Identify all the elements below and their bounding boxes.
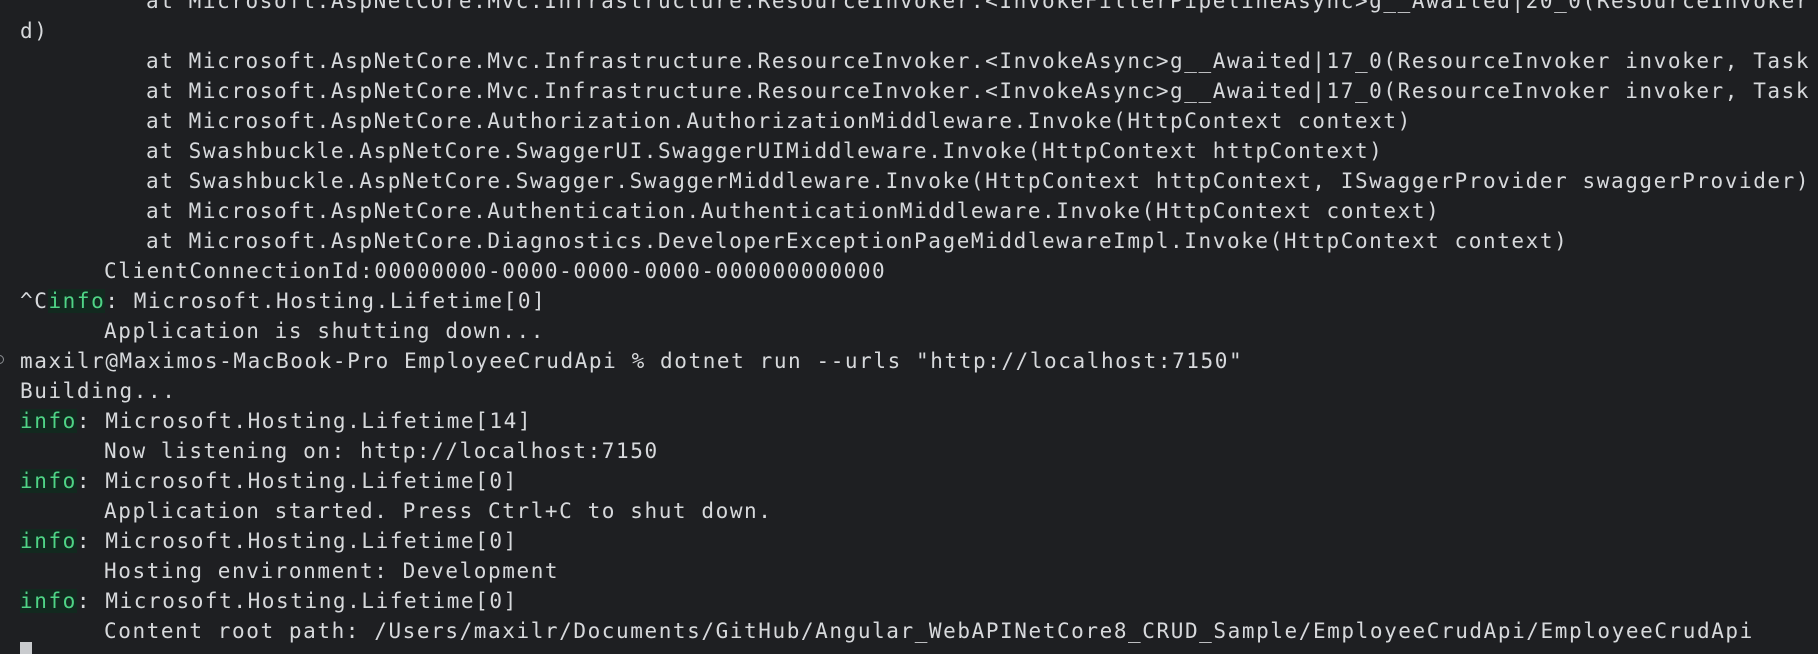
line-text: Application started. Press Ctrl+C to shu… [104,499,773,523]
line-text: at Microsoft.AspNetCore.Mvc.Infrastructu… [146,79,1811,103]
line-text: at Microsoft.AspNetCore.Mvc.Infrastructu… [146,0,1811,13]
line-text: Hosting environment: Development [104,559,560,583]
terminal-cursor [20,642,32,654]
terminal-line: info: Microsoft.Hosting.Lifetime[0] [0,526,1818,556]
terminal-line: ^Cinfo: Microsoft.Hosting.Lifetime[0] [0,286,1818,316]
line-text: : Microsoft.Hosting.Lifetime[0] [76,469,518,493]
terminal-line: at Microsoft.AspNetCore.Mvc.Infrastructu… [0,76,1818,106]
line-text: at Microsoft.AspNetCore.Authorization.Au… [146,109,1412,133]
terminal-line: at Microsoft.AspNetCore.Authorization.Au… [0,106,1818,136]
line-text: at Microsoft.AspNetCore.Diagnostics.Deve… [146,229,1569,253]
line-text: : Microsoft.Hosting.Lifetime[14] [76,409,533,433]
terminal-line: info: Microsoft.Hosting.Lifetime[14] [0,406,1818,436]
line-text: : Microsoft.Hosting.Lifetime[0] [76,529,518,553]
line-text: : Microsoft.Hosting.Lifetime[0] [76,589,518,613]
terminal-line: Application is shutting down... [0,316,1818,346]
terminal-line: at Microsoft.AspNetCore.Mvc.Infrastructu… [0,0,1818,16]
interrupt-sequence: ^C [20,289,49,313]
line-text: Now listening on: http://localhost:7150 [104,439,659,463]
line-text: at Swashbuckle.AspNetCore.Swagger.Swagge… [146,169,1811,193]
log-level-badge: info [20,589,77,613]
terminal-line: at Microsoft.AspNetCore.Mvc.Infrastructu… [0,46,1818,76]
line-text: at Microsoft.AspNetCore.Authentication.A… [146,199,1441,223]
log-level-badge: info [48,289,106,313]
line-text: : Microsoft.Hosting.Lifetime[0] [105,289,547,313]
terminal-output[interactable]: at Microsoft.AspNetCore.Mvc.Infrastructu… [0,0,1818,654]
line-text: Building... [20,379,177,403]
line-text: Application is shutting down... [104,319,545,343]
line-text: ClientConnectionId:00000000-0000-0000-00… [104,259,887,283]
terminal-line: Hosting environment: Development [0,556,1818,586]
terminal-line: info: Microsoft.Hosting.Lifetime[0] [0,466,1818,496]
terminal-line: at Swashbuckle.AspNetCore.Swagger.Swagge… [0,166,1818,196]
terminal-line: Application started. Press Ctrl+C to shu… [0,496,1818,526]
terminal-line: Now listening on: http://localhost:7150 [0,436,1818,466]
terminal-line: at Swashbuckle.AspNetCore.SwaggerUI.Swag… [0,136,1818,166]
terminal-lines: at Microsoft.AspNetCore.Mvc.Infrastructu… [0,0,1818,646]
log-level-badge: info [20,529,77,553]
line-text: at Microsoft.AspNetCore.Mvc.Infrastructu… [146,49,1811,73]
line-text: Content root path: /Users/maxilr/Documen… [104,619,1754,643]
terminal-line: info: Microsoft.Hosting.Lifetime[0] [0,586,1818,616]
log-level-badge: info [20,409,77,433]
prompt-marker-icon [0,355,4,364]
terminal-line: Content root path: /Users/maxilr/Documen… [0,616,1818,646]
terminal-line: at Microsoft.AspNetCore.Diagnostics.Deve… [0,226,1818,256]
line-text: d) [20,19,49,43]
terminal-line: d) [0,16,1818,46]
line-text: at Swashbuckle.AspNetCore.SwaggerUI.Swag… [146,139,1384,163]
terminal-line: at Microsoft.AspNetCore.Authentication.A… [0,196,1818,226]
log-level-badge: info [20,469,77,493]
terminal-line: Building... [0,376,1818,406]
line-text: maxilr@Maximos-MacBook-Pro EmployeeCrudA… [20,349,1244,373]
terminal-prompt-line: maxilr@Maximos-MacBook-Pro EmployeeCrudA… [0,346,1818,376]
terminal-line: ClientConnectionId:00000000-0000-0000-00… [0,256,1818,286]
